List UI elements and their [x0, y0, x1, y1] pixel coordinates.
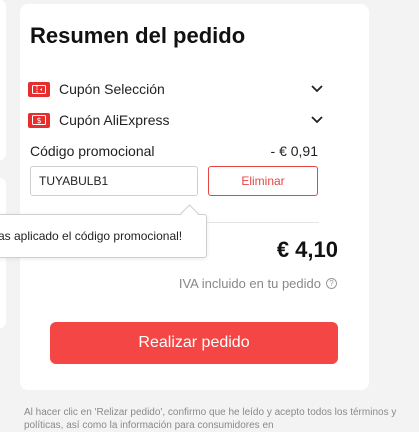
- tax-note: IVA incluido en tu pedido: [178, 276, 321, 291]
- legal-disclaimer: Al hacer clic en 'Relizar pedido', confi…: [24, 407, 397, 431]
- coupon-aliexpress-row[interactable]: $ Cupón AliExpress: [28, 109, 324, 131]
- chevron-down-icon[interactable]: [310, 84, 324, 94]
- place-order-button[interactable]: Realizar pedido: [50, 322, 338, 364]
- tax-note-row: IVA incluido en tu pedido ?: [179, 276, 337, 291]
- coupon-seleccion-label: Cupón Selección: [59, 81, 165, 97]
- promo-code-input[interactable]: [30, 166, 198, 196]
- promo-applied-tooltip: as aplicado el código promocional!: [0, 214, 207, 258]
- tooltip-text: as aplicado el código promocional!: [0, 229, 183, 243]
- order-total: € 4,10: [276, 237, 338, 262]
- left-panel-edge: [0, 0, 6, 160]
- promo-discount-value: - € 0,91: [270, 143, 318, 159]
- svg-text:$: $: [36, 116, 41, 125]
- promo-code-row: Código promocional - € 0,91: [30, 143, 318, 159]
- divider: [195, 222, 319, 223]
- coupon-aliexpress-label: Cupón AliExpress: [59, 112, 170, 128]
- remove-promo-button[interactable]: Eliminar: [208, 166, 318, 196]
- coupon-ticket-icon: [28, 81, 50, 97]
- chevron-down-icon[interactable]: [310, 115, 324, 125]
- order-summary-title: Resumen del pedido: [30, 23, 246, 48]
- help-icon[interactable]: ?: [326, 278, 337, 289]
- coupon-dollar-icon: $: [28, 112, 50, 128]
- coupon-seleccion-row[interactable]: Cupón Selección: [28, 78, 324, 100]
- promo-code-label: Código promocional: [30, 143, 155, 159]
